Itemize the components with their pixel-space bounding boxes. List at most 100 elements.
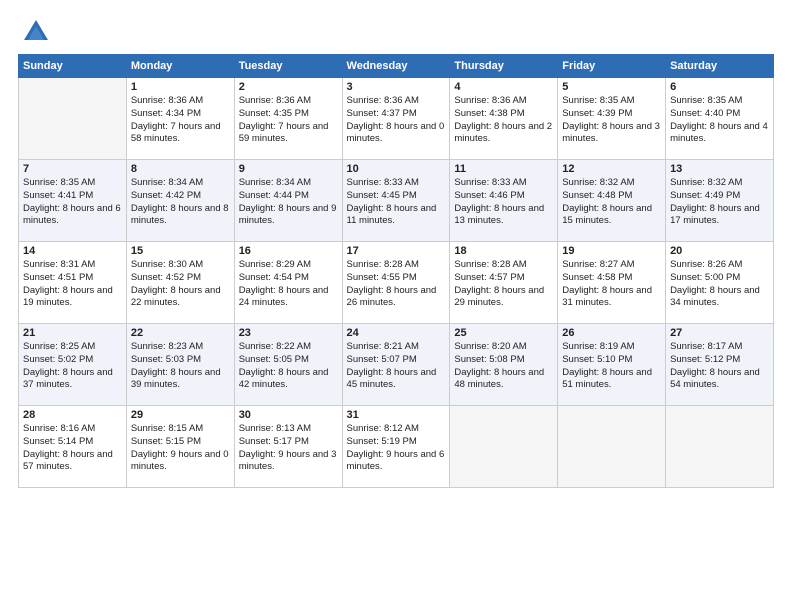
calendar-cell: 12 Sunrise: 8:32 AMSunset: 4:48 PMDayligh…: [558, 160, 666, 242]
calendar-week-row: 21 Sunrise: 8:25 AMSunset: 5:02 PMDayligh…: [19, 324, 774, 406]
cell-info: Sunrise: 8:31 AMSunset: 4:51 PMDaylight:…: [23, 259, 113, 308]
cell-info: Sunrise: 8:13 AMSunset: 5:17 PMDaylight:…: [239, 423, 337, 472]
cell-info: Sunrise: 8:34 AMSunset: 4:42 PMDaylight:…: [131, 177, 229, 226]
day-number: 5: [562, 81, 661, 93]
day-number: 20: [670, 245, 769, 257]
day-number: 28: [23, 409, 122, 421]
weekday-header: Sunday: [19, 55, 127, 78]
calendar-cell: 22 Sunrise: 8:23 AMSunset: 5:03 PMDayligh…: [126, 324, 234, 406]
calendar-cell: 29 Sunrise: 8:15 AMSunset: 5:15 PMDayligh…: [126, 406, 234, 488]
weekday-header: Saturday: [666, 55, 774, 78]
calendar-cell: 4 Sunrise: 8:36 AMSunset: 4:38 PMDaylight…: [450, 78, 558, 160]
day-number: 16: [239, 245, 338, 257]
calendar-cell: 16 Sunrise: 8:29 AMSunset: 4:54 PMDayligh…: [234, 242, 342, 324]
day-number: 19: [562, 245, 661, 257]
cell-info: Sunrise: 8:33 AMSunset: 4:45 PMDaylight:…: [347, 177, 437, 226]
calendar-cell: 30 Sunrise: 8:13 AMSunset: 5:17 PMDayligh…: [234, 406, 342, 488]
calendar-week-row: 14 Sunrise: 8:31 AMSunset: 4:51 PMDayligh…: [19, 242, 774, 324]
calendar-cell: 9 Sunrise: 8:34 AMSunset: 4:44 PMDaylight…: [234, 160, 342, 242]
weekday-header: Thursday: [450, 55, 558, 78]
day-number: 21: [23, 327, 122, 339]
calendar-cell: [450, 406, 558, 488]
calendar-cell: 25Sunrise: 8:20 AMSunset: 5:08 PMDayligh…: [450, 324, 558, 406]
day-number: 14: [23, 245, 122, 257]
calendar-cell: 24 Sunrise: 8:21 AMSunset: 5:07 PMDayligh…: [342, 324, 450, 406]
calendar-week-row: 1 Sunrise: 8:36 AMSunset: 4:34 PMDaylight…: [19, 78, 774, 160]
calendar-cell: 31Sunrise: 8:12 AMSunset: 5:19 PMDayligh…: [342, 406, 450, 488]
cell-info: Sunrise: 8:33 AMSunset: 4:46 PMDaylight:…: [454, 177, 544, 226]
day-number: 12: [562, 163, 661, 175]
calendar-cell: 18 Sunrise: 8:28 AMSunset: 4:57 PMDayligh…: [450, 242, 558, 324]
calendar-cell: 19 Sunrise: 8:27 AMSunset: 4:58 PMDayligh…: [558, 242, 666, 324]
day-number: 23: [239, 327, 338, 339]
day-number: 11: [454, 163, 553, 175]
cell-info: Sunrise: 8:26 AMSunset: 5:00 PMDaylight:…: [670, 259, 760, 308]
day-number: 29: [131, 409, 230, 421]
day-number: 9: [239, 163, 338, 175]
day-number: 30: [239, 409, 338, 421]
cell-info: Sunrise: 8:22 AMSunset: 5:05 PMDaylight:…: [239, 341, 329, 390]
cell-info: Sunrise: 8:29 AMSunset: 4:54 PMDaylight:…: [239, 259, 329, 308]
day-number: 4: [454, 81, 553, 93]
day-number: 27: [670, 327, 769, 339]
calendar-cell: 28Sunrise: 8:16 AMSunset: 5:14 PMDayligh…: [19, 406, 127, 488]
calendar-cell: 26Sunrise: 8:19 AMSunset: 5:10 PMDayligh…: [558, 324, 666, 406]
day-number: 25: [454, 327, 553, 339]
calendar-cell: 17 Sunrise: 8:28 AMSunset: 4:55 PMDayligh…: [342, 242, 450, 324]
calendar-cell: 13Sunrise: 8:32 AMSunset: 4:49 PMDayligh…: [666, 160, 774, 242]
cell-info: Sunrise: 8:21 AMSunset: 5:07 PMDaylight:…: [347, 341, 437, 390]
page-header: [18, 18, 774, 46]
day-number: 2: [239, 81, 338, 93]
cell-info: Sunrise: 8:15 AMSunset: 5:15 PMDaylight:…: [131, 423, 229, 472]
day-number: 15: [131, 245, 230, 257]
weekday-header: Tuesday: [234, 55, 342, 78]
cell-info: Sunrise: 8:28 AMSunset: 4:55 PMDaylight:…: [347, 259, 437, 308]
calendar-cell: 14 Sunrise: 8:31 AMSunset: 4:51 PMDayligh…: [19, 242, 127, 324]
calendar-cell: 5 Sunrise: 8:35 AMSunset: 4:39 PMDaylight…: [558, 78, 666, 160]
calendar-cell: 3Sunrise: 8:36 AMSunset: 4:37 PMDaylight…: [342, 78, 450, 160]
cell-info: Sunrise: 8:36 AMSunset: 4:35 PMDaylight:…: [239, 95, 329, 144]
day-number: 10: [347, 163, 446, 175]
calendar-cell: 27 Sunrise: 8:17 AMSunset: 5:12 PMDayligh…: [666, 324, 774, 406]
cell-info: Sunrise: 8:30 AMSunset: 4:52 PMDaylight:…: [131, 259, 221, 308]
day-number: 31: [347, 409, 446, 421]
day-number: 22: [131, 327, 230, 339]
cell-info: Sunrise: 8:35 AMSunset: 4:39 PMDaylight:…: [562, 95, 660, 144]
weekday-header: Friday: [558, 55, 666, 78]
logo-icon: [22, 18, 50, 46]
day-number: 1: [131, 81, 230, 93]
cell-info: Sunrise: 8:27 AMSunset: 4:58 PMDaylight:…: [562, 259, 652, 308]
cell-info: Sunrise: 8:28 AMSunset: 4:57 PMDaylight:…: [454, 259, 544, 308]
calendar-cell: 8Sunrise: 8:34 AMSunset: 4:42 PMDaylight…: [126, 160, 234, 242]
day-number: 18: [454, 245, 553, 257]
cell-info: Sunrise: 8:23 AMSunset: 5:03 PMDaylight:…: [131, 341, 221, 390]
logo: [18, 18, 50, 46]
cell-info: Sunrise: 8:34 AMSunset: 4:44 PMDaylight:…: [239, 177, 337, 226]
calendar-cell: 23 Sunrise: 8:22 AMSunset: 5:05 PMDayligh…: [234, 324, 342, 406]
cell-info: Sunrise: 8:25 AMSunset: 5:02 PMDaylight:…: [23, 341, 113, 390]
calendar-cell: 7Sunrise: 8:35 AMSunset: 4:41 PMDaylight…: [19, 160, 127, 242]
header-row: SundayMondayTuesdayWednesdayThursdayFrid…: [19, 55, 774, 78]
calendar-cell: [666, 406, 774, 488]
day-number: 24: [347, 327, 446, 339]
calendar-cell: 21 Sunrise: 8:25 AMSunset: 5:02 PMDayligh…: [19, 324, 127, 406]
day-number: 17: [347, 245, 446, 257]
day-number: 7: [23, 163, 122, 175]
day-number: 13: [670, 163, 769, 175]
calendar-cell: [19, 78, 127, 160]
calendar-cell: 10 Sunrise: 8:33 AMSunset: 4:45 PMDayligh…: [342, 160, 450, 242]
cell-info: Sunrise: 8:17 AMSunset: 5:12 PMDaylight:…: [670, 341, 760, 390]
cell-info: Sunrise: 8:36 AMSunset: 4:37 PMDaylight:…: [347, 95, 445, 144]
day-number: 6: [670, 81, 769, 93]
calendar-cell: 20 Sunrise: 8:26 AMSunset: 5:00 PMDayligh…: [666, 242, 774, 324]
cell-info: Sunrise: 8:36 AMSunset: 4:38 PMDaylight:…: [454, 95, 552, 144]
cell-info: Sunrise: 8:35 AMSunset: 4:40 PMDaylight:…: [670, 95, 768, 144]
calendar-cell: 6 Sunrise: 8:35 AMSunset: 4:40 PMDaylight…: [666, 78, 774, 160]
day-number: 26: [562, 327, 661, 339]
calendar-week-row: 7Sunrise: 8:35 AMSunset: 4:41 PMDaylight…: [19, 160, 774, 242]
weekday-header: Monday: [126, 55, 234, 78]
calendar-week-row: 28Sunrise: 8:16 AMSunset: 5:14 PMDayligh…: [19, 406, 774, 488]
cell-info: Sunrise: 8:36 AMSunset: 4:34 PMDaylight:…: [131, 95, 221, 144]
cell-info: Sunrise: 8:32 AMSunset: 4:48 PMDaylight:…: [562, 177, 652, 226]
calendar-cell: 2 Sunrise: 8:36 AMSunset: 4:35 PMDaylight…: [234, 78, 342, 160]
